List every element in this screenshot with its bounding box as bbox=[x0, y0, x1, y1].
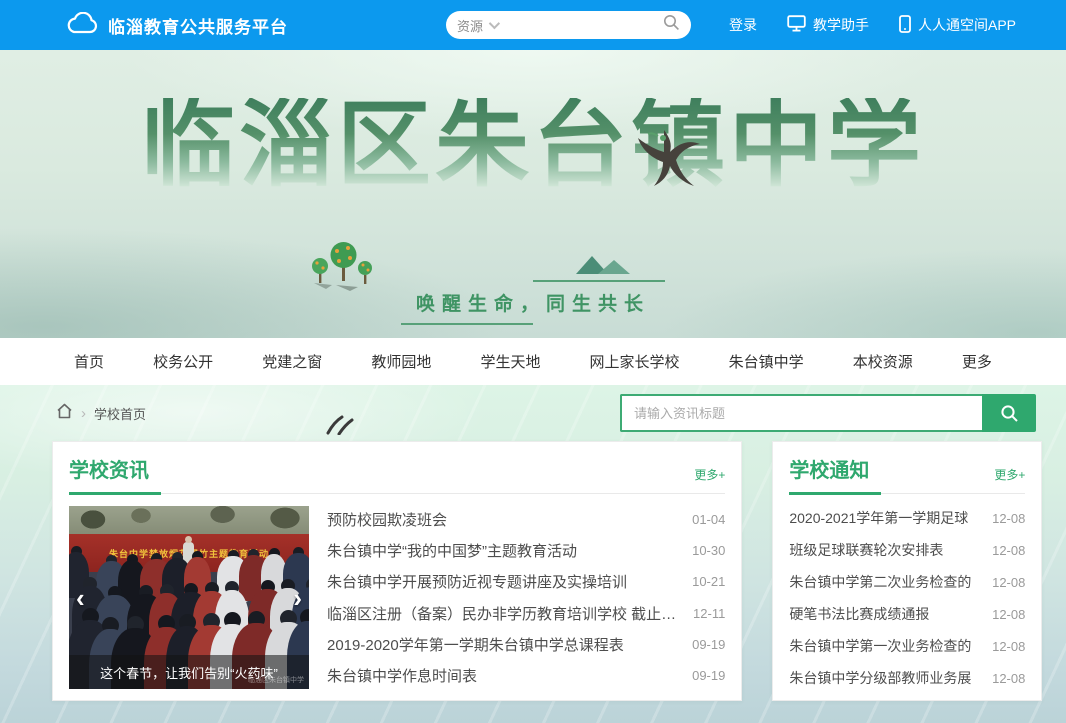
notice-item[interactable]: 朱台镇中学第二次业务检查的 12-08 bbox=[789, 572, 1025, 592]
news-item-title[interactable]: 朱台镇中学开展预防近视专题讲座及实操培训 bbox=[327, 571, 627, 592]
carousel-caption[interactable]: 这个春节，让我们告别“火药味” 临淄区朱台镇中学 bbox=[69, 655, 309, 689]
panels-row: 学校资讯 更多+ 朱台中学禁放烟花爆竹主题教育活动 ‹ › 这个春节，让我们告别… bbox=[52, 441, 1035, 701]
nav-item-zhutai-school[interactable]: 朱台镇中学 bbox=[729, 351, 804, 372]
news-item-date: 10-21 bbox=[692, 574, 725, 589]
news-item[interactable]: 预防校园欺凌班会 01-04 bbox=[327, 509, 725, 530]
home-icon[interactable] bbox=[56, 403, 73, 424]
news-item[interactable]: 朱台镇中学作息时间表 09-19 bbox=[327, 665, 725, 686]
slogan-block: 唤醒生命，同生共长 bbox=[0, 280, 1066, 325]
carousel-next-button[interactable]: › bbox=[293, 585, 302, 611]
nav-item-students-world[interactable]: 学生天地 bbox=[480, 351, 540, 372]
news-search-input[interactable] bbox=[620, 394, 982, 432]
notice-item-title[interactable]: 班级足球联赛轮次安排表 bbox=[789, 540, 943, 560]
login-link[interactable]: 登录 bbox=[729, 15, 757, 35]
news-item-title[interactable]: 临淄区注册（备案）民办非学历教育培训学校 截止2019 bbox=[327, 603, 681, 624]
notice-more-link[interactable]: 更多+ bbox=[994, 466, 1025, 483]
nav-item-more[interactable]: 更多 bbox=[962, 351, 992, 372]
nav-item-school-resources[interactable]: 本校资源 bbox=[853, 351, 913, 372]
teaching-assistant-label: 教学助手 bbox=[813, 15, 869, 35]
notice-item-title[interactable]: 2020-2021学年第一学期足球 bbox=[789, 508, 968, 528]
notice-item[interactable]: 硬笔书法比赛成绩通报 12-08 bbox=[789, 604, 1025, 624]
notice-item-date: 12-08 bbox=[992, 543, 1025, 558]
carousel-prev-button[interactable]: ‹ bbox=[76, 585, 85, 611]
header-search[interactable]: 资源 bbox=[446, 11, 691, 39]
news-item-title[interactable]: 2019-2020学年第一学期朱台镇中学总课程表 bbox=[327, 634, 624, 655]
news-item-date: 09-19 bbox=[692, 668, 725, 683]
notice-item-date: 12-08 bbox=[992, 639, 1025, 654]
notice-panel-header: 学校通知 更多+ bbox=[789, 454, 1025, 494]
news-item-title[interactable]: 朱台镇中学“我的中国梦”主题教育活动 bbox=[327, 540, 577, 561]
notice-item-title[interactable]: 朱台镇中学第二次业务检查的 bbox=[789, 572, 971, 592]
slogan-line-bottom bbox=[401, 323, 533, 325]
notice-item[interactable]: 朱台镇中学分级部教师业务展 12-08 bbox=[789, 668, 1025, 688]
notice-item-date: 12-08 bbox=[992, 575, 1025, 590]
slogan-line-top bbox=[533, 280, 665, 282]
news-item-title[interactable]: 朱台镇中学作息时间表 bbox=[327, 665, 477, 686]
breadcrumb-row: › 学校首页 bbox=[56, 393, 1036, 433]
news-carousel[interactable]: 朱台中学禁放烟花爆竹主题教育活动 ‹ › 这个春节，让我们告别“火药味” 临淄区… bbox=[69, 506, 309, 689]
notice-item[interactable]: 班级足球联赛轮次安排表 12-08 bbox=[789, 540, 1025, 560]
search-category-select[interactable]: 资源 bbox=[457, 16, 483, 35]
news-panel-body: 朱台中学禁放烟花爆竹主题教育活动 ‹ › 这个春节，让我们告别“火药味” 临淄区… bbox=[69, 506, 725, 689]
breadcrumb-chevron-icon: › bbox=[81, 405, 86, 422]
news-item[interactable]: 临淄区注册（备案）民办非学历教育培训学校 截止2019 12-11 bbox=[327, 603, 725, 624]
news-list: 预防校园欺凌班会 01-04 朱台镇中学“我的中国梦”主题教育活动 10-30 朱台… bbox=[327, 506, 725, 689]
news-item-date: 01-04 bbox=[692, 512, 725, 527]
news-search bbox=[620, 394, 1036, 432]
notice-item[interactable]: 2020-2021学年第一学期足球 12-08 bbox=[789, 508, 1025, 528]
swallow-icon bbox=[630, 128, 702, 193]
notice-item-date: 12-08 bbox=[992, 511, 1025, 526]
cloud-icon bbox=[66, 12, 98, 39]
chevron-down-icon[interactable] bbox=[489, 18, 500, 29]
content-area: › 学校首页 学校资讯 更多+ 朱台中学禁放烟花爆竹主题教育活动 bbox=[0, 385, 1066, 723]
nav-item-teachers-garden[interactable]: 教师园地 bbox=[371, 351, 431, 372]
school-news-panel: 学校资讯 更多+ 朱台中学禁放烟花爆竹主题教育活动 ‹ › 这个春节，让我们告别… bbox=[52, 441, 742, 701]
news-item[interactable]: 2019-2020学年第一学期朱台镇中学总课程表 09-19 bbox=[327, 634, 725, 655]
slogan-text: 唤醒生命，同生共长 bbox=[416, 289, 650, 316]
brand[interactable]: 临淄教育公共服务平台 bbox=[66, 12, 288, 39]
nav-item-home[interactable]: 首页 bbox=[74, 351, 104, 372]
news-panel-title: 学校资讯 bbox=[69, 454, 149, 483]
app-label: 人人通空间APP bbox=[918, 15, 1016, 35]
monitor-icon bbox=[787, 15, 806, 35]
notice-panel-title: 学校通知 bbox=[789, 454, 869, 483]
notice-item-date: 12-08 bbox=[992, 671, 1025, 686]
news-item-date: 10-30 bbox=[692, 543, 725, 558]
notice-item-title[interactable]: 朱台镇中学第一次业务检查的 bbox=[789, 636, 971, 656]
breadcrumb: › 学校首页 bbox=[56, 403, 146, 424]
school-notice-panel: 学校通知 更多+ 2020-2021学年第一学期足球 12-08 班级足球联赛轮次… bbox=[772, 441, 1042, 701]
notice-list: 2020-2021学年第一学期足球12-08 班级足球联赛轮次安排表12-08 … bbox=[789, 508, 1025, 688]
smartphone-icon bbox=[899, 15, 911, 36]
breadcrumb-current[interactable]: 学校首页 bbox=[94, 404, 146, 423]
school-name-title: 临淄区朱台镇中学 bbox=[0, 98, 1066, 192]
news-panel-header: 学校资讯 更多+ bbox=[69, 454, 725, 494]
news-more-link[interactable]: 更多+ bbox=[694, 466, 725, 483]
carousel-watermark: 临淄区朱台镇中学 bbox=[248, 675, 304, 685]
notice-item[interactable]: 朱台镇中学第一次业务检查的 12-08 bbox=[789, 636, 1025, 656]
search-icon[interactable] bbox=[663, 14, 680, 36]
hero-banner: 临淄区朱台镇中学 唤醒生命，同生共长 bbox=[0, 50, 1066, 338]
notice-item-date: 12-08 bbox=[992, 607, 1025, 622]
nav-item-school-affairs[interactable]: 校务公开 bbox=[153, 351, 213, 372]
news-item[interactable]: 朱台镇中学“我的中国梦”主题教育活动 10-30 bbox=[327, 540, 725, 561]
header-links: 登录 教学助手 人人通空间APP bbox=[729, 15, 1016, 36]
nav-item-party-window[interactable]: 党建之窗 bbox=[262, 351, 322, 372]
teaching-assistant-link[interactable]: 教学助手 bbox=[787, 15, 869, 35]
brand-title: 临淄教育公共服务平台 bbox=[108, 13, 288, 38]
news-item[interactable]: 朱台镇中学开展预防近视专题讲座及实操培训 10-21 bbox=[327, 571, 725, 592]
mountains-illustration bbox=[574, 252, 632, 279]
nav-item-parents-school[interactable]: 网上家长学校 bbox=[590, 351, 680, 372]
news-search-button[interactable] bbox=[982, 394, 1036, 432]
news-item-date: 12-11 bbox=[693, 606, 725, 621]
news-item-date: 09-19 bbox=[692, 637, 725, 652]
news-item-title[interactable]: 预防校园欺凌班会 bbox=[327, 509, 447, 530]
notice-item-title[interactable]: 硬笔书法比赛成绩通报 bbox=[789, 604, 929, 624]
top-header: 临淄教育公共服务平台 资源 登录 教学助手 人人通空间APP bbox=[0, 0, 1066, 50]
main-nav: 首页 校务公开 党建之窗 教师园地 学生天地 网上家长学校 朱台镇中学 本校资源… bbox=[0, 338, 1066, 385]
notice-item-title[interactable]: 朱台镇中学分级部教师业务展 bbox=[789, 668, 971, 688]
app-link[interactable]: 人人通空间APP bbox=[899, 15, 1016, 36]
